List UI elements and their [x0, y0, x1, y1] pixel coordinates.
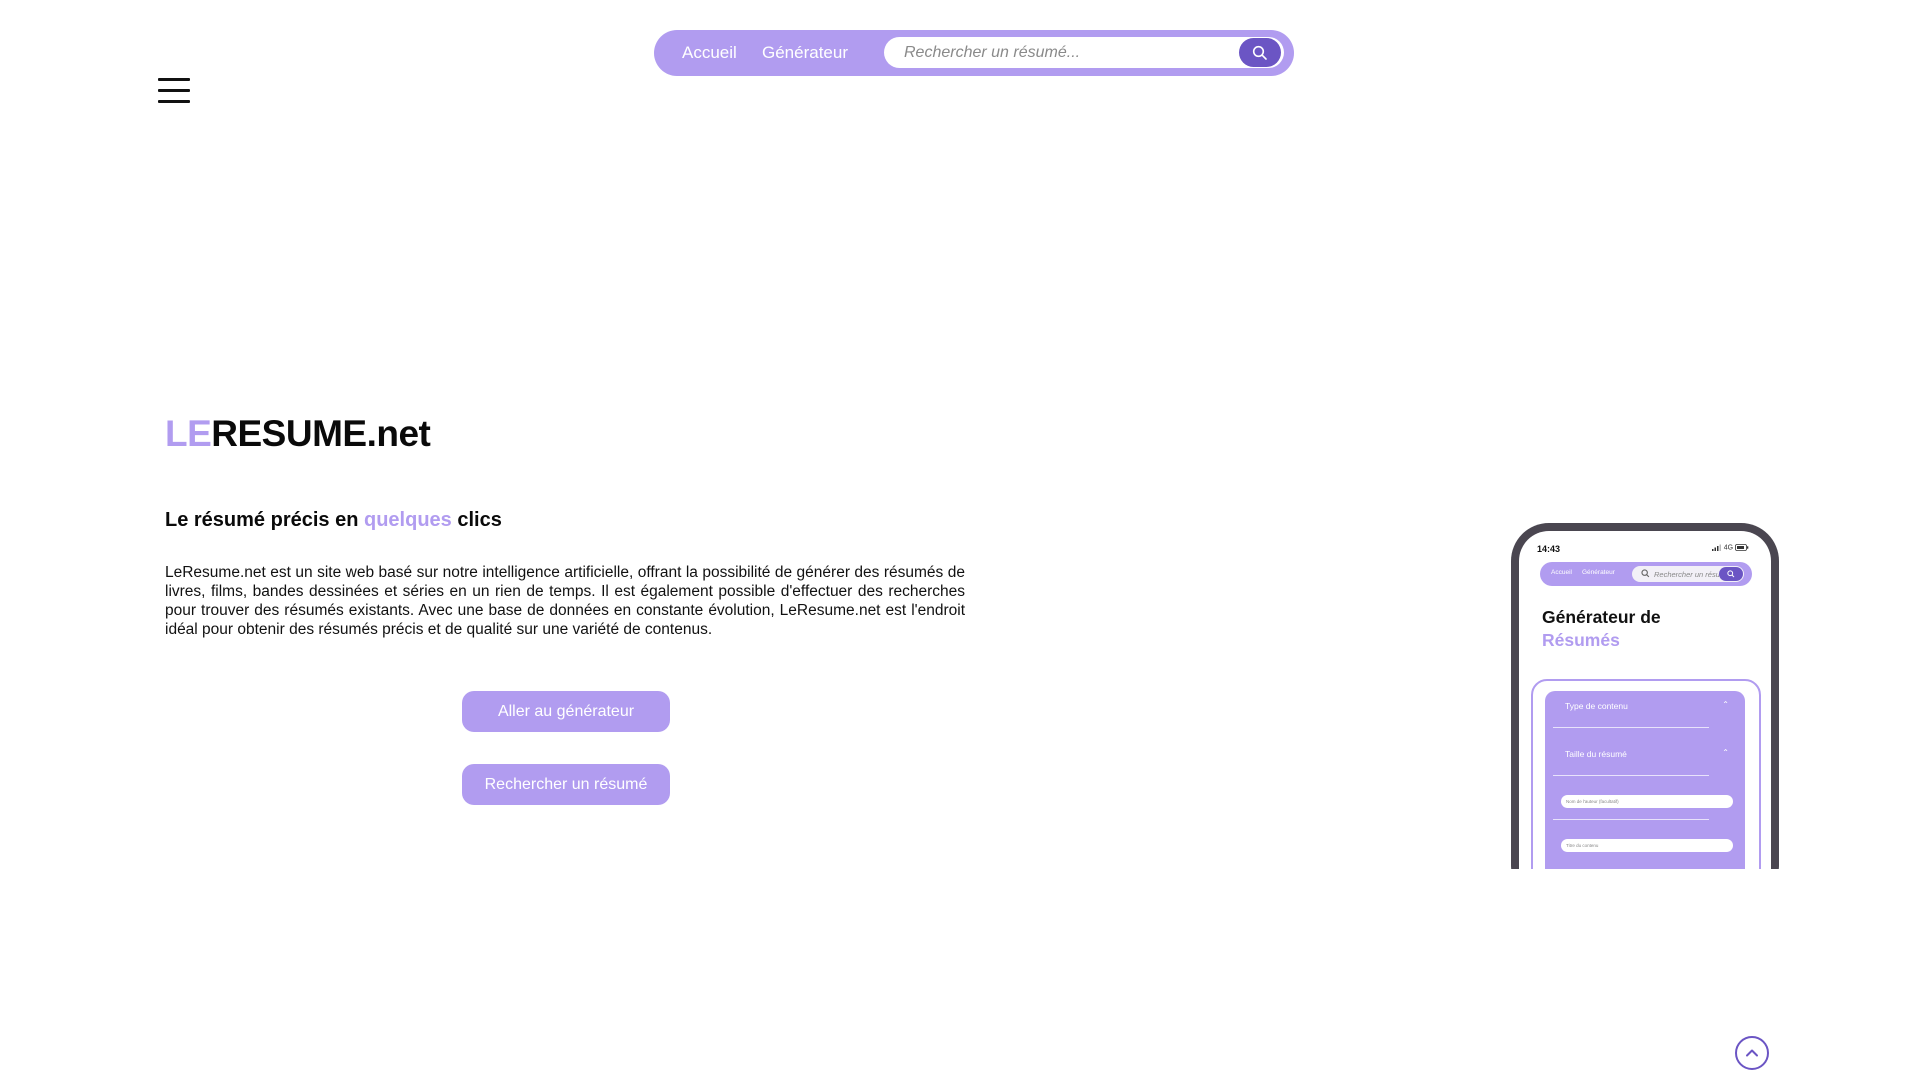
- phone-select-content-type: Type de contenu: [1565, 701, 1628, 711]
- phone-search-bar: Rechercher un résumé...: [1632, 566, 1744, 582]
- brand-name: RESUME.net: [211, 413, 431, 454]
- search-input[interactable]: [884, 37, 1224, 68]
- phone-select-summary-size: Taille du résumé: [1565, 749, 1627, 759]
- phone-nav-generator: Générateur: [1582, 569, 1615, 576]
- menu-bar: [158, 89, 190, 92]
- search-icon: [1252, 45, 1267, 60]
- tagline-highlight: quelques: [364, 509, 452, 531]
- search-icon: [1727, 570, 1735, 578]
- phone-nav: Accueil Générateur Rechercher un résumé.…: [1540, 562, 1752, 586]
- nav-link-generator[interactable]: Générateur: [762, 43, 848, 63]
- scroll-to-top-button[interactable]: [1735, 1036, 1769, 1070]
- tagline-end: clics: [457, 509, 502, 531]
- divider: [1553, 727, 1709, 728]
- brand-prefix: LE: [165, 413, 212, 454]
- phone-mockup: 14:43 4G Accueil Générateur Rechercher u…: [1511, 523, 1779, 869]
- brand-logo: LERESUME.net: [165, 413, 431, 455]
- phone-form: Type de contenu ⌃ Taille du résumé ⌃ Nom…: [1545, 691, 1745, 869]
- menu-bar: [158, 78, 190, 81]
- top-nav: Accueil Générateur: [654, 30, 1294, 76]
- chevron-updown-icon: ⌃: [1722, 748, 1729, 757]
- search-bar: [884, 37, 1284, 68]
- tagline-start: Le résumé précis en: [165, 509, 359, 531]
- search-button[interactable]: [1239, 38, 1281, 67]
- search-summary-button[interactable]: Rechercher un résumé: [462, 764, 670, 805]
- phone-time: 14:43: [1537, 544, 1561, 554]
- phone-status-bar: 4G: [1711, 544, 1749, 552]
- nav-link-home[interactable]: Accueil: [682, 43, 737, 63]
- divider: [1553, 775, 1709, 776]
- phone-field-title: Titre du contenu: [1561, 839, 1733, 852]
- go-to-generator-button[interactable]: Aller au générateur: [462, 691, 670, 732]
- phone-search-button: [1719, 567, 1743, 581]
- phone-title-line2: Résumés: [1542, 630, 1620, 650]
- chevron-updown-icon: ⌃: [1722, 700, 1729, 709]
- phone-page-title: Générateur de Résumés: [1542, 606, 1661, 652]
- phone-nav-home: Accueil: [1551, 569, 1572, 576]
- phone-screen: 14:43 4G Accueil Générateur Rechercher u…: [1519, 531, 1771, 869]
- network-label: 4G: [1723, 544, 1734, 552]
- hamburger-menu-icon[interactable]: [158, 78, 190, 104]
- phone-title-line1: Générateur de: [1542, 607, 1661, 627]
- tagline: Le résumé précis en quelques clics: [165, 509, 502, 532]
- menu-bar: [158, 100, 190, 103]
- phone-field-author: Nom de l'auteur (facultatif): [1561, 795, 1733, 808]
- battery-icon: [1735, 544, 1749, 551]
- search-icon: [1641, 569, 1650, 578]
- site-description: LeResume.net est un site web basé sur no…: [165, 564, 965, 638]
- phone-frame: 14:43 4G Accueil Générateur Rechercher u…: [1511, 523, 1779, 869]
- signal-icon: [1711, 544, 1721, 551]
- divider: [1553, 819, 1709, 820]
- chevron-up-icon: [1746, 1049, 1758, 1057]
